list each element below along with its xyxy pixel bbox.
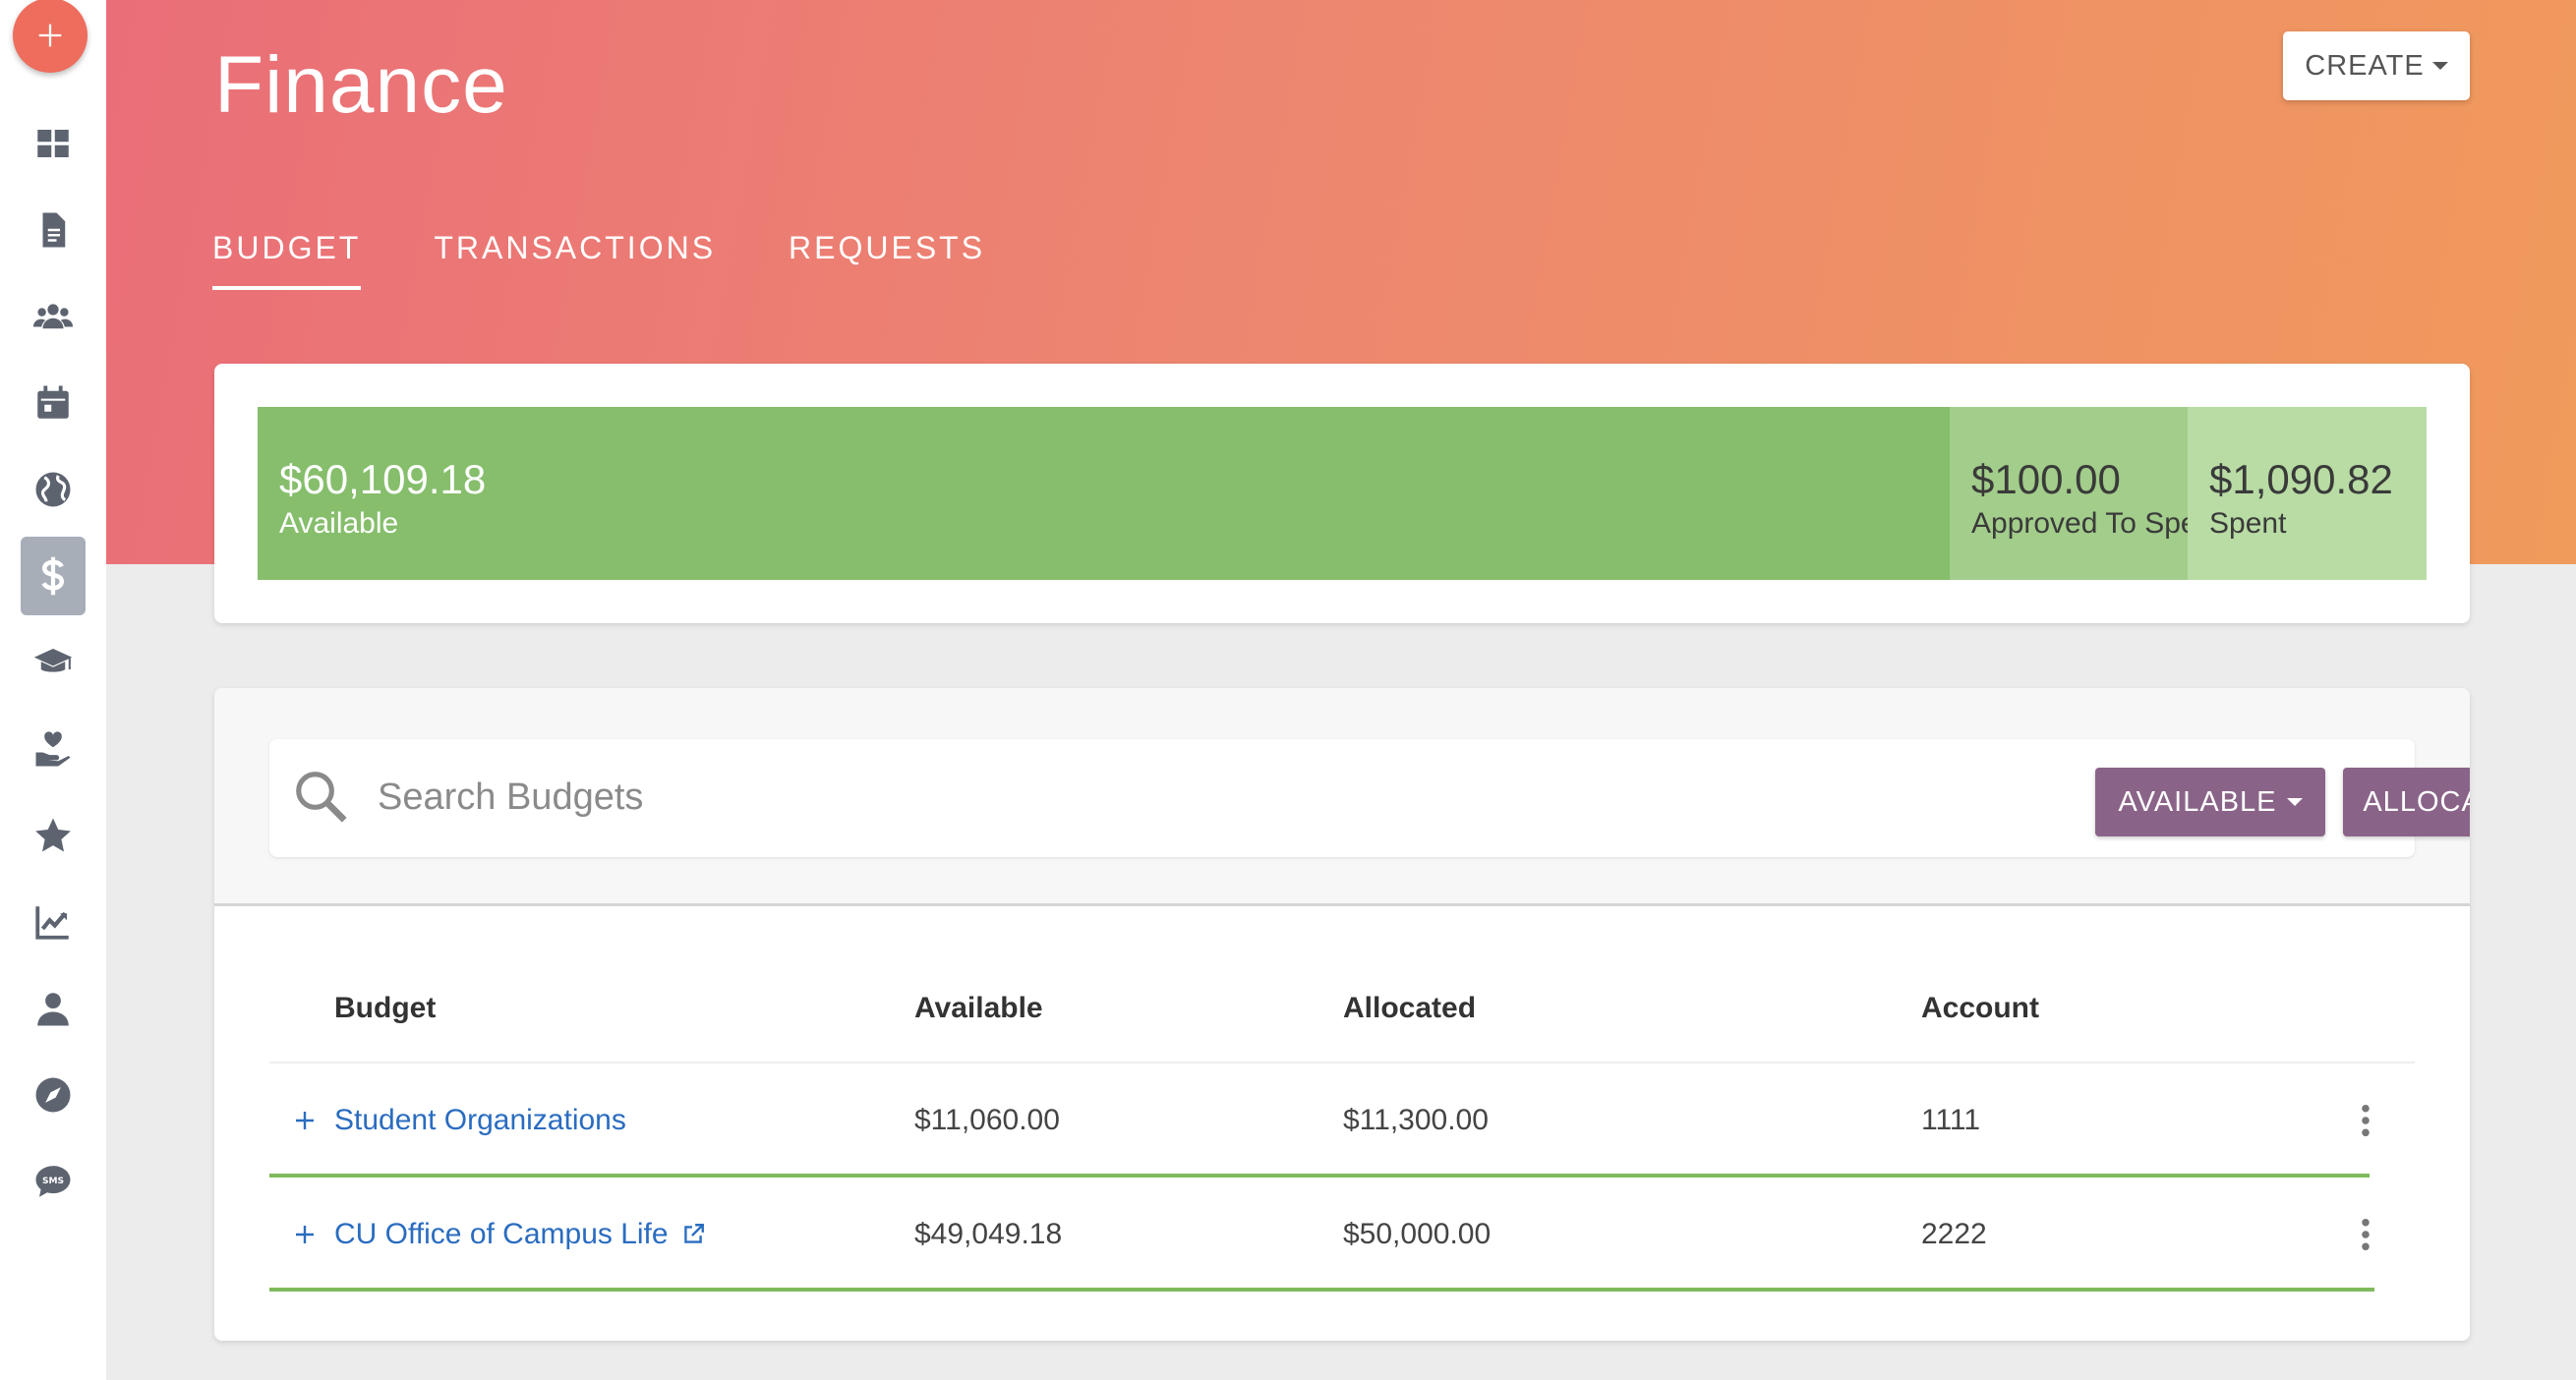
search-icon (296, 772, 347, 823)
tab-budget[interactable]: BUDGET (212, 230, 362, 290)
sidebar-item-dashboard[interactable] (0, 100, 106, 187)
sidebar-item-globe[interactable] (0, 446, 106, 533)
sidebar-item-service[interactable] (0, 706, 106, 792)
budgets-card: AVAILABLE ALLOCATED Budget Available All… (214, 688, 2470, 1341)
plus-icon (38, 24, 62, 47)
expand-plus-icon[interactable] (293, 1109, 317, 1132)
sidebar-item-favorites[interactable] (0, 792, 106, 879)
sidebar-item-education[interactable] (0, 619, 106, 706)
sidebar-item-groups[interactable] (0, 273, 106, 360)
dashboard-icon (37, 130, 69, 157)
allocated-cell: $11,300.00 (1343, 1104, 1489, 1136)
sidebar-nav: SMS (0, 100, 106, 1225)
actions-cell (2316, 1104, 2415, 1137)
dollar-icon (41, 556, 65, 596)
person-icon (37, 993, 69, 1026)
sidebar-item-finance[interactable] (0, 533, 106, 619)
available-label: Available (279, 507, 399, 540)
filter-bar: AVAILABLE ALLOCATED (214, 688, 2470, 906)
sidebar-item-calendar[interactable] (0, 360, 106, 446)
spent-segment: $1,090.82 Spent (2188, 407, 2427, 580)
sms-icon: SMS (35, 1166, 71, 1197)
usage-bar (269, 1288, 2374, 1292)
table-row: CU Office of Campus Life $49,049.18 $50,… (269, 1178, 2415, 1292)
calendar-icon (37, 385, 69, 419)
spent-amount: $1,090.82 (2209, 456, 2393, 502)
star-icon (35, 818, 71, 852)
allocated-filter-label: ALLOCATED (2363, 785, 2470, 818)
column-header-available[interactable]: Available (914, 992, 1343, 1025)
actions-cell (2316, 1218, 2415, 1251)
search-box: AVAILABLE ALLOCATED (269, 739, 2470, 857)
sidebar-item-analytics[interactable] (0, 879, 106, 965)
budget-summary-bar: $60,109.18 Available $100.00 Approved To… (258, 407, 2427, 580)
hand-heart-icon (35, 731, 71, 767)
approved-segment: $100.00 Approved To Spend (1950, 407, 2188, 580)
budget-cell: CU Office of Campus Life (269, 1218, 914, 1251)
more-vertical-icon[interactable] (2360, 1218, 2371, 1251)
budgets-table: Budget Available Allocated Account Stude… (269, 955, 2415, 1292)
page-title: Finance (214, 40, 508, 130)
create-dropdown-button[interactable]: CREATE (2283, 31, 2470, 100)
sidebar-item-explore[interactable] (0, 1052, 106, 1138)
document-icon (42, 212, 66, 248)
budget-name: CU Office of Campus Life (334, 1218, 669, 1250)
available-cell: $11,060.00 (914, 1104, 1060, 1136)
tab-transactions[interactable]: TRANSACTIONS (434, 230, 716, 290)
finance-tabs: BUDGET TRANSACTIONS REQUESTS (212, 230, 1058, 290)
column-header-budget[interactable]: Budget (269, 992, 914, 1025)
account-cell: 1111 (1921, 1104, 1981, 1136)
expand-plus-icon[interactable] (293, 1223, 317, 1246)
spent-label: Spent (2209, 507, 2287, 540)
caret-down-icon (2286, 798, 2303, 806)
external-link-icon (683, 1224, 704, 1243)
budget-link[interactable]: CU Office of Campus Life (334, 1218, 706, 1251)
svg-text:SMS: SMS (42, 1177, 64, 1186)
approved-amount: $100.00 (1971, 456, 2121, 502)
create-button-label: CREATE (2305, 49, 2425, 82)
sidebar-item-documents[interactable] (0, 187, 106, 273)
table-row: Student Organizations $11,060.00 $11,300… (269, 1064, 2415, 1178)
available-amount: $60,109.18 (279, 456, 487, 502)
column-header-account[interactable]: Account (1921, 992, 2316, 1025)
tab-requests[interactable]: REQUESTS (789, 230, 985, 290)
chart-icon (35, 906, 69, 940)
available-filter-button[interactable]: AVAILABLE (2095, 768, 2325, 836)
create-fab-button[interactable] (13, 0, 88, 73)
allocated-filter-button[interactable]: ALLOCATED (2343, 768, 2470, 836)
budget-name: Student Organizations (334, 1104, 626, 1136)
budget-link[interactable]: Student Organizations (334, 1104, 626, 1137)
approved-label: Approved To Spend (1971, 507, 2188, 540)
caret-down-icon (2431, 62, 2448, 70)
available-segment: $60,109.18 Available (258, 407, 1950, 580)
graduation-cap-icon (33, 649, 73, 672)
globe-icon (35, 472, 71, 507)
account-cell: 2222 (1921, 1218, 1987, 1250)
sidebar: SMS (0, 0, 106, 1380)
table-header-row: Budget Available Allocated Account (269, 955, 2415, 1064)
compass-icon (35, 1077, 71, 1113)
budget-summary-card: $60,109.18 Available $100.00 Approved To… (214, 364, 2470, 623)
budget-cell: Student Organizations (269, 1104, 914, 1137)
available-filter-label: AVAILABLE (2118, 785, 2277, 818)
users-icon (32, 304, 74, 329)
available-cell: $49,049.18 (914, 1218, 1063, 1250)
sidebar-item-profile[interactable] (0, 965, 106, 1052)
column-header-allocated[interactable]: Allocated (1343, 992, 1921, 1025)
sidebar-item-sms[interactable]: SMS (0, 1138, 106, 1225)
more-vertical-icon[interactable] (2360, 1104, 2371, 1137)
allocated-cell: $50,000.00 (1343, 1218, 1492, 1250)
search-input[interactable] (378, 767, 1852, 828)
